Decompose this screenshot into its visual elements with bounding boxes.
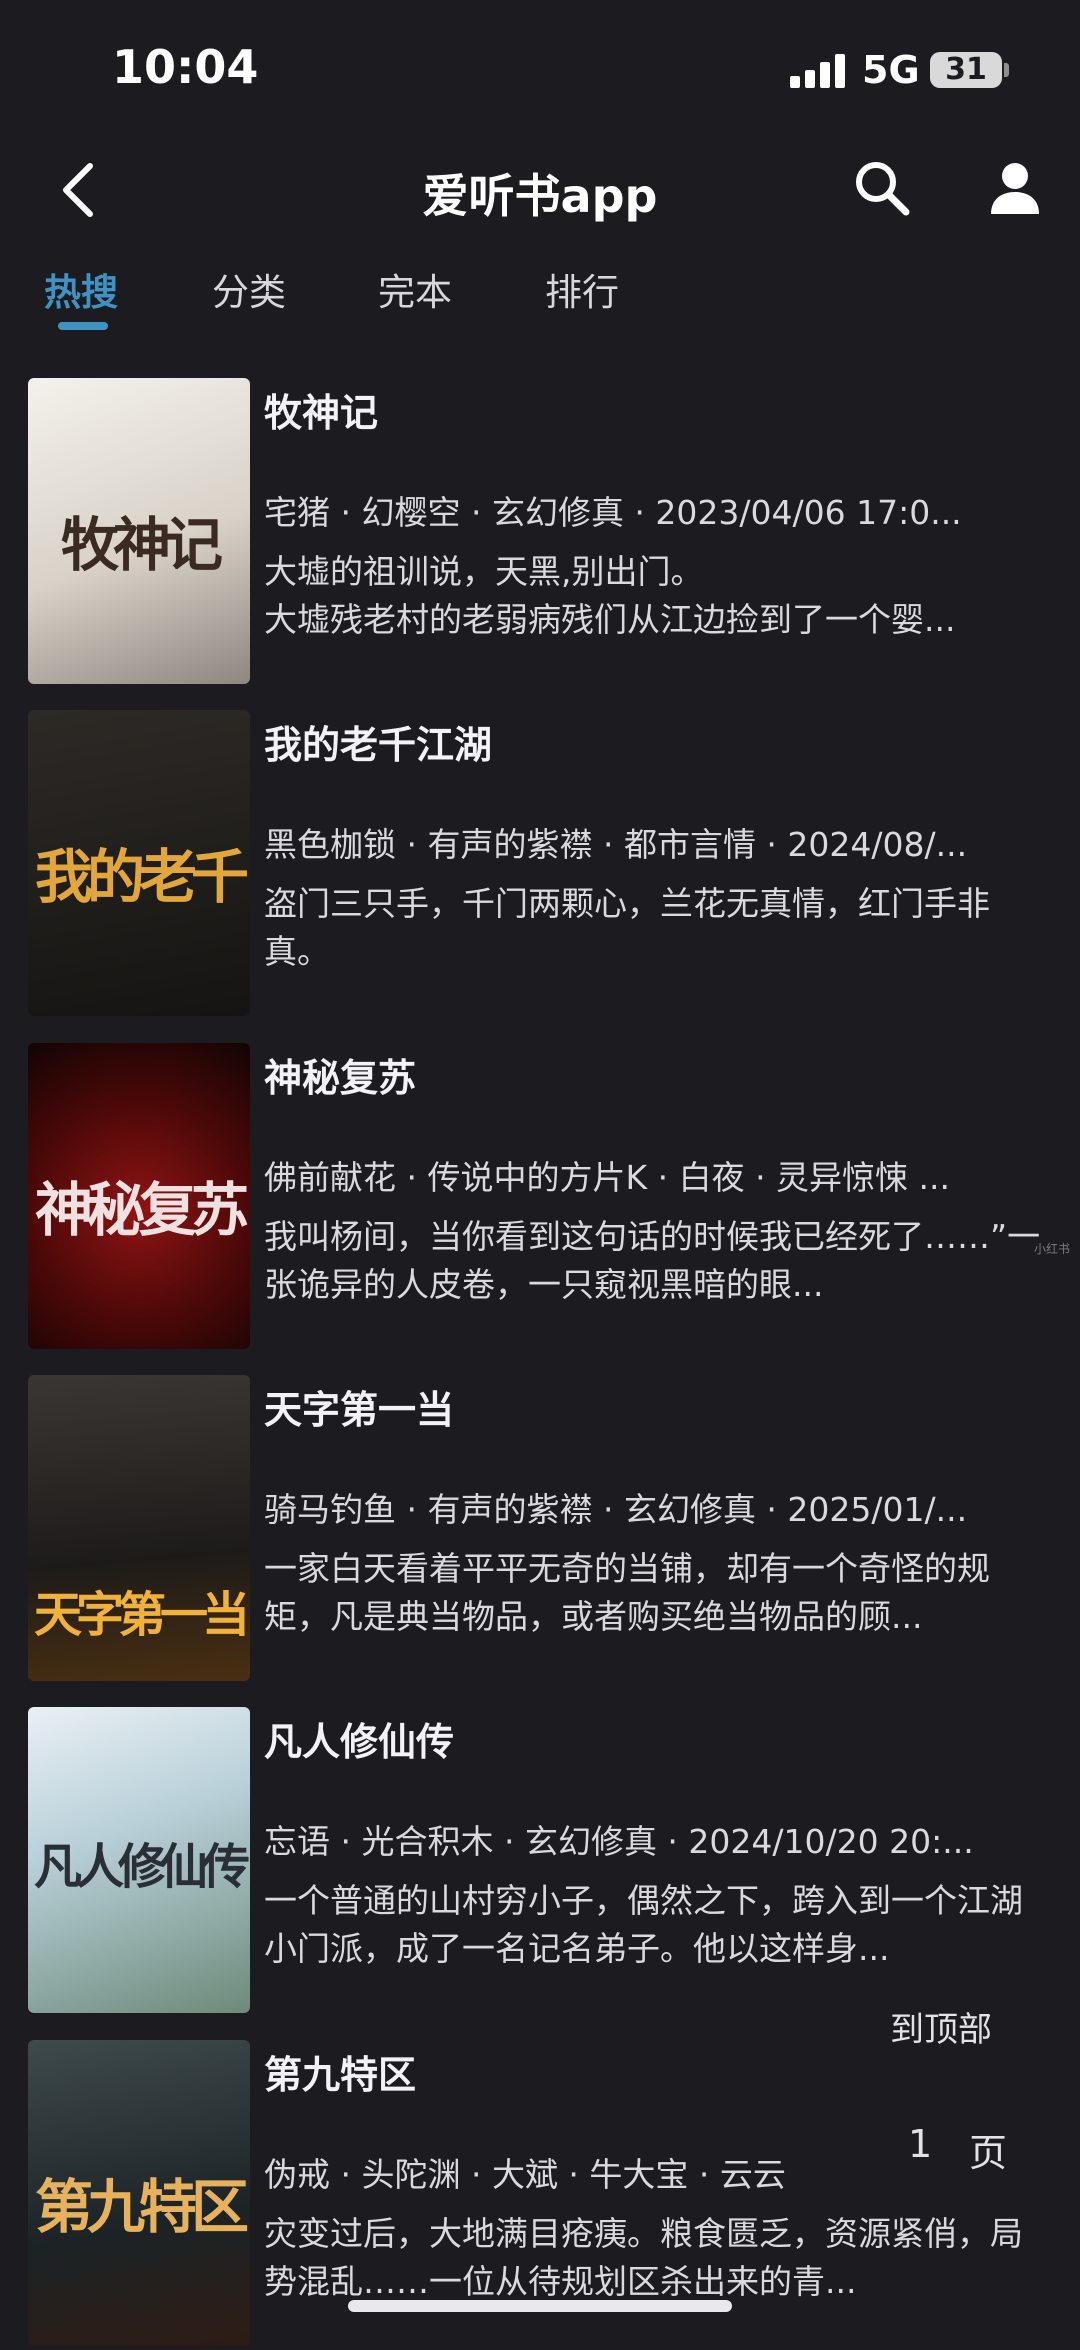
page-unit-label: 页 [965, 2122, 1012, 2177]
tab-finished[interactable]: 完本 [378, 262, 452, 316]
book-title: 我的老千江湖 [264, 723, 493, 767]
book-description: 一家白天看着平平无奇的当铺，却有一个奇怪的规矩，凡是典当物品，或者购买绝当物品的… [264, 1549, 990, 1636]
book-description: 大墟的祖训说，天黑,别出门。 大墟残老村的老弱病残们从江边捡到了一个婴... [264, 552, 956, 639]
page-title: 爱听书app [422, 169, 658, 223]
cover-title: 我的老千 [34, 843, 249, 911]
cover-title: 第九特区 [34, 2173, 249, 2241]
scroll-to-top-button[interactable]: 到顶部 [884, 2002, 998, 2051]
book-meta: 骑马钓鱼 · 有声的紫襟 · 玄幻修真 · 2025/01/... [264, 1490, 968, 1529]
book-cover: 我的老千 [28, 710, 250, 1016]
tab-hot[interactable]: 热搜 [44, 262, 118, 316]
cover-title: 凡人修仙传 [33, 1839, 250, 1895]
book-meta: 忘语 · 光合积木 · 玄幻修真 · 2024/10/20 20:... [264, 1822, 974, 1861]
book-title: 凡人修仙传 [264, 1720, 455, 1764]
search-icon [856, 162, 910, 216]
book-meta: 黑色枷锁 · 有声的紫襟 · 都市言情 · 2024/08/... [264, 825, 968, 864]
status-time: 10:04 [112, 40, 259, 94]
cover-title: 神秘复苏 [34, 1176, 249, 1244]
cover-title: 天字第一当 [33, 1587, 250, 1643]
user-button[interactable] [983, 156, 1047, 220]
search-button[interactable] [850, 156, 914, 220]
network-type: 5G [862, 48, 920, 92]
tab-indicator [58, 322, 108, 330]
book-cover: 牧神记 [28, 378, 250, 684]
book-cover: 凡人修仙传 [28, 1707, 250, 2013]
signal-icon [790, 54, 850, 88]
book-meta: 宅猪 · 幻樱空 · 玄幻修真 · 2023/04/06 17:0... [264, 493, 962, 532]
book-cover: 天字第一当 [28, 1375, 250, 1681]
book-description: 灾变过后，大地满目疮痍。粮食匮乏，资源紧俏，局势混乱……一位从待规划区杀出来的青… [264, 2214, 1023, 2301]
app-header: 爱听书app [0, 140, 1080, 240]
book-title: 神秘复苏 [264, 1056, 417, 1100]
book-meta: 佛前献花 · 传说中的方片K · 白夜 · 灵异惊悚 ... [264, 1158, 951, 1197]
tab-ranking[interactable]: 排行 [545, 262, 619, 316]
battery-icon: 31 [930, 52, 1002, 88]
list-item[interactable]: 神秘复苏 神秘复苏 佛前献花 · 传说中的方片K · 白夜 · 灵异惊悚 ...… [0, 1043, 1080, 1353]
tab-bar: 热搜 分类 完本 排行 [0, 250, 1080, 340]
book-title: 牧神记 [264, 391, 379, 435]
book-title: 第九特区 [264, 2053, 417, 2097]
tab-category[interactable]: 分类 [212, 262, 286, 316]
book-cover: 神秘复苏 [28, 1043, 250, 1349]
book-description: 一个普通的山村穷小子，偶然之下，跨入到一个江湖小门派，成了一名记名弟子。他以这样… [264, 1881, 1023, 1968]
home-indicator[interactable] [348, 2300, 732, 2312]
book-description: 我叫杨间，当你看到这句话的时候我已经死了……”一张诡异的人皮卷，一只窥视黑暗的眼… [264, 1217, 1041, 1304]
status-bar: 10:04 5G 31 [0, 0, 1080, 130]
cover-title: 牧神记 [60, 511, 223, 579]
user-icon [991, 163, 1039, 214]
book-title: 天字第一当 [264, 1388, 455, 1432]
list-item[interactable]: 我的老千 我的老千江湖 黑色枷锁 · 有声的紫襟 · 都市言情 · 2024/0… [0, 710, 1080, 1020]
list-item[interactable]: 牧神记 牧神记 宅猪 · 幻樱空 · 玄幻修真 · 2023/04/06 17:… [0, 378, 1080, 688]
page-number: 1 [904, 2122, 937, 2166]
list-item[interactable]: 凡人修仙传 凡人修仙传 忘语 · 光合积木 · 玄幻修真 · 2024/10/2… [0, 1707, 1080, 2017]
watermark: 小红书 [1034, 1242, 1071, 1256]
book-description: 盗门三只手，千门两颗心，兰花无真情，红门手非真。 [264, 884, 990, 971]
list-item[interactable]: 天字第一当 天字第一当 骑马钓鱼 · 有声的紫襟 · 玄幻修真 · 2025/0… [0, 1375, 1080, 1685]
book-cover: 第九特区 [28, 2040, 250, 2346]
battery-tip [1004, 63, 1009, 77]
